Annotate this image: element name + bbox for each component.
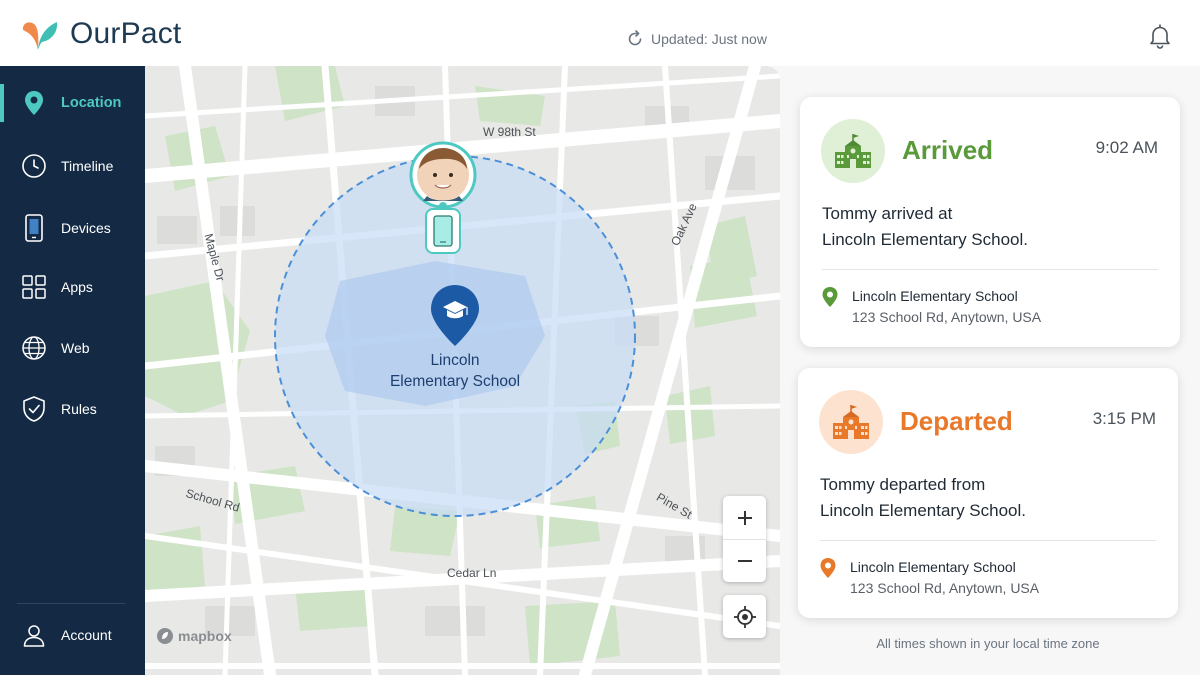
timezone-footnote: All times shown in your local time zone bbox=[876, 636, 1100, 651]
location-pin-icon bbox=[819, 557, 837, 584]
app-logo[interactable]: OurPact bbox=[20, 16, 181, 52]
mapbox-logo-icon bbox=[157, 628, 173, 644]
zoom-out-button[interactable] bbox=[723, 539, 766, 582]
crosshair-icon bbox=[733, 605, 756, 628]
zoom-in-button[interactable] bbox=[723, 496, 766, 539]
map-attribution[interactable]: mapbox bbox=[156, 627, 232, 645]
sidebar-nav: Location Timeline Devices Apps Web Rules bbox=[0, 66, 145, 675]
sidebar-item-label: Timeline bbox=[61, 158, 114, 174]
refresh-icon bbox=[628, 30, 642, 46]
recenter-button[interactable] bbox=[723, 595, 766, 638]
school-name-label: Lincoln Elementary School bbox=[389, 352, 521, 390]
sidebar-item-location[interactable]: Location bbox=[0, 80, 145, 126]
clock-icon bbox=[21, 153, 47, 179]
user-icon bbox=[21, 622, 47, 648]
school-icon bbox=[821, 119, 885, 183]
minus-icon bbox=[737, 559, 752, 562]
card-divider bbox=[822, 269, 1158, 270]
sidebar-item-label: Rules bbox=[61, 401, 97, 417]
event-location-address: 123 School Rd, Anytown, USA bbox=[850, 580, 1040, 596]
ourpact-logo-icon bbox=[20, 16, 60, 52]
globe-icon bbox=[21, 335, 47, 361]
sidebar-item-label: Location bbox=[61, 95, 122, 111]
plus-icon bbox=[737, 510, 752, 525]
child-device-phone-icon[interactable] bbox=[425, 208, 461, 254]
event-status: Departed bbox=[900, 406, 1013, 436]
apps-grid-icon bbox=[21, 274, 47, 300]
event-message: Tommy arrived at Lincoln Elementary Scho… bbox=[822, 204, 1029, 249]
sidebar-item-label: Apps bbox=[61, 279, 93, 295]
departed-event-card[interactable]: Departed 3:15 PM Tommy departed from Lin… bbox=[798, 368, 1178, 618]
event-location-name: Lincoln Elementary School bbox=[852, 288, 1018, 304]
sidebar-item-account[interactable]: Account bbox=[0, 612, 145, 658]
sidebar-item-label: Web bbox=[61, 340, 90, 356]
location-pin-icon bbox=[821, 286, 839, 313]
shield-check-icon bbox=[21, 396, 47, 422]
event-message: Tommy departed from Lincoln Elementary S… bbox=[820, 475, 1027, 520]
sidebar-item-label: Devices bbox=[61, 220, 111, 236]
sidebar-item-rules[interactable]: Rules bbox=[0, 386, 145, 432]
event-location-address: 123 School Rd, Anytown, USA bbox=[852, 309, 1042, 325]
location-pin-icon bbox=[21, 90, 47, 116]
street-label: W 98th St bbox=[483, 125, 536, 139]
sidebar-item-devices[interactable]: Devices bbox=[0, 205, 145, 251]
location-map[interactable]: W 98th St Maple Dr Oak Ave School Rd Pin… bbox=[145, 66, 780, 675]
event-time: 3:15 PM bbox=[1092, 409, 1156, 428]
child-avatar[interactable] bbox=[409, 141, 477, 209]
app-name: OurPact bbox=[70, 17, 182, 50]
update-status[interactable]: Updated: Just now bbox=[626, 30, 767, 48]
phone-icon bbox=[21, 214, 47, 242]
event-status: Arrived bbox=[902, 135, 994, 165]
update-status-text: Updated: Just now bbox=[651, 31, 767, 47]
notifications-bell-icon[interactable] bbox=[1146, 22, 1174, 50]
street-label: Cedar Ln bbox=[447, 566, 497, 580]
sidebar-divider bbox=[17, 603, 125, 604]
arrived-event-card[interactable]: Arrived 9:02 AM Tommy arrived at Lincoln… bbox=[800, 97, 1180, 347]
event-location-name: Lincoln Elementary School bbox=[850, 559, 1016, 575]
sidebar-item-web[interactable]: Web bbox=[0, 325, 145, 371]
sidebar-item-apps[interactable]: Apps bbox=[0, 264, 145, 310]
card-divider bbox=[820, 540, 1156, 541]
zoom-controls bbox=[723, 496, 766, 582]
app-header: OurPact Updated: Just now bbox=[0, 0, 1200, 66]
sidebar-item-label: Account bbox=[61, 627, 112, 643]
school-icon bbox=[819, 390, 883, 454]
sidebar-item-timeline[interactable]: Timeline bbox=[0, 143, 145, 189]
event-time: 9:02 AM bbox=[1095, 138, 1158, 157]
